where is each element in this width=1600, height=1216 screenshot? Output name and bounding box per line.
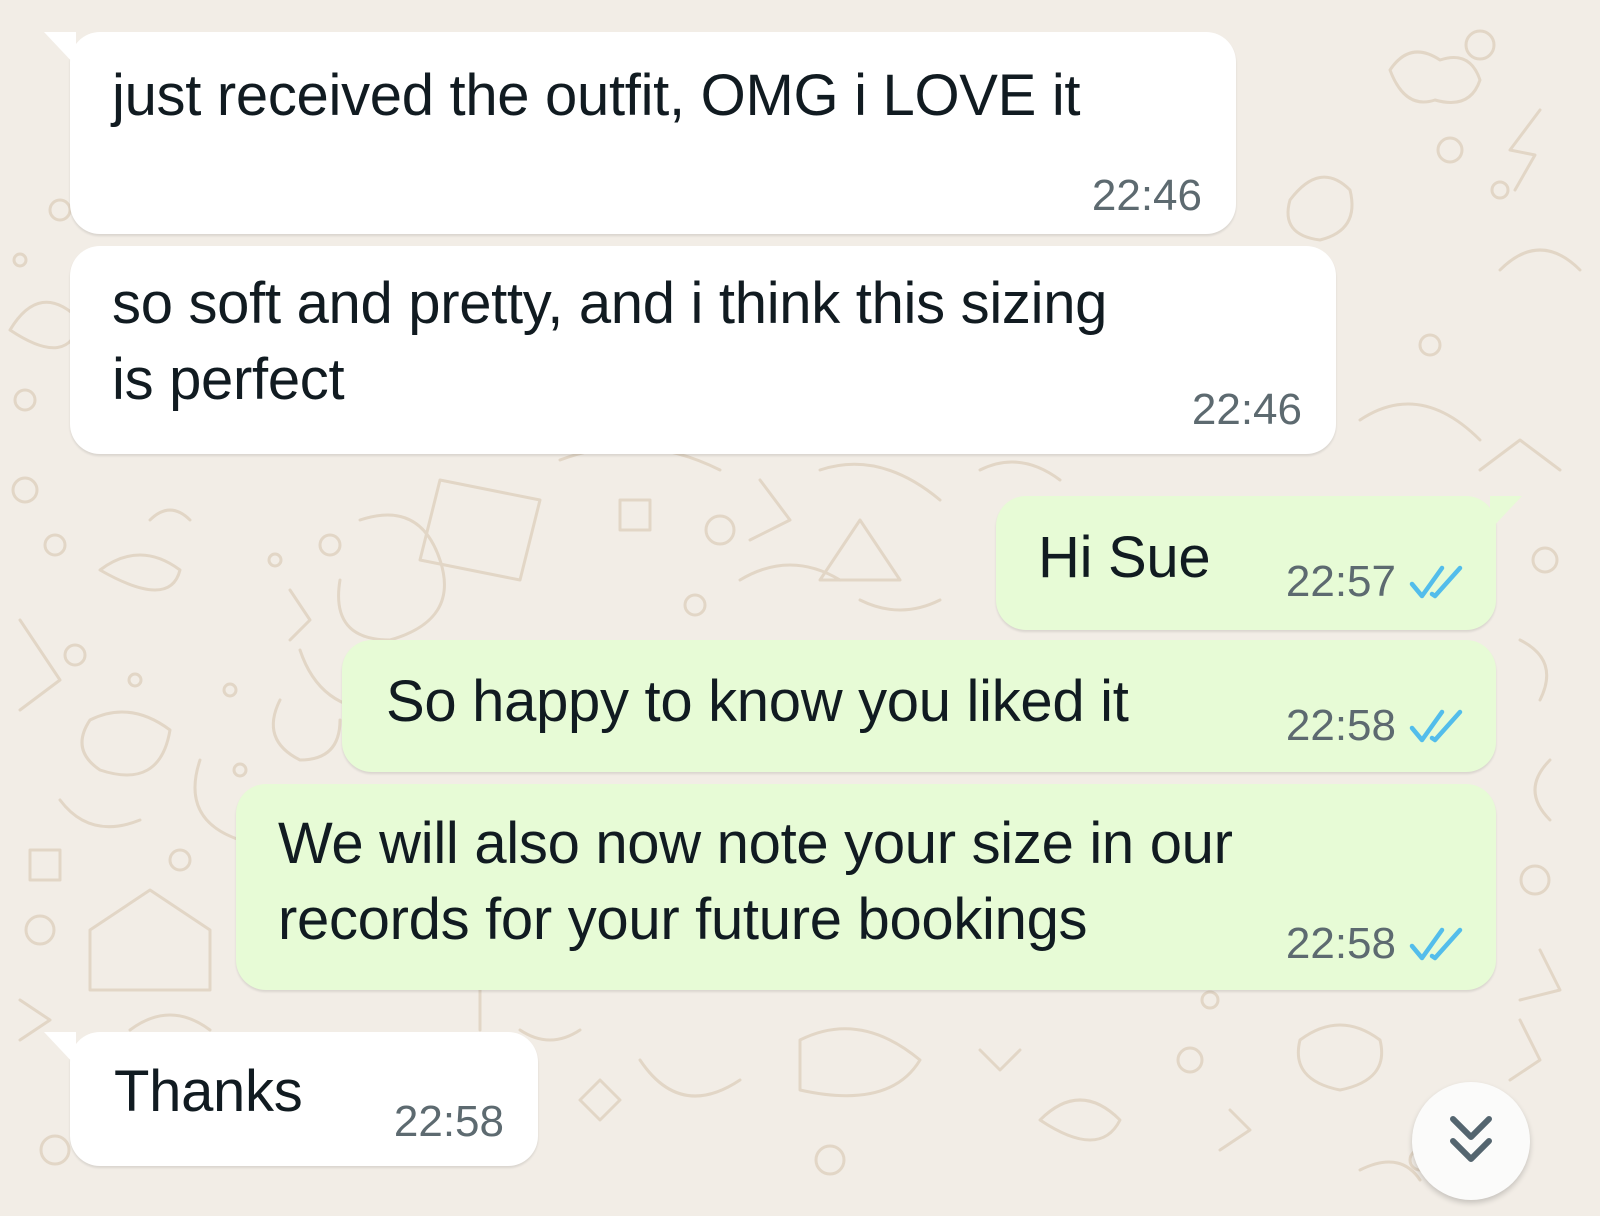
message-text: So happy to know you liked it	[386, 669, 1129, 734]
message-text: so soft and pretty, and i think this siz…	[112, 266, 1107, 418]
message-time: 22:58	[393, 1097, 504, 1146]
message-meta: 22:46	[1092, 171, 1202, 221]
bubble-tail	[1490, 496, 1522, 530]
bubble-tail	[44, 32, 76, 66]
message-bubble-outgoing[interactable]: So happy to know you liked it 22:58	[342, 640, 1496, 772]
message-text-line: is perfect	[112, 347, 345, 412]
message-meta: 22:57	[1286, 557, 1466, 607]
message-text: Hi Sue	[1038, 525, 1211, 590]
message-text: We will also now note your size in our r…	[278, 806, 1233, 958]
message-text-line: records for your future bookings	[278, 887, 1088, 952]
scroll-to-bottom-button[interactable]	[1412, 1082, 1530, 1200]
message-meta: 22:58	[394, 1097, 504, 1147]
message-text-line: We will also now note your size in our	[278, 811, 1233, 876]
message-time: 22:58	[1285, 701, 1396, 750]
message-meta: 22:46	[1192, 385, 1302, 435]
message-time: 22:57	[1285, 557, 1396, 606]
message-meta: 22:58	[1286, 701, 1466, 751]
message-text: just received the outfit, OMG i LOVE it	[112, 63, 1081, 128]
message-bubble-incoming[interactable]: Thanks 22:58	[44, 1032, 538, 1166]
message-text-line: so soft and pretty, and i think this siz…	[112, 271, 1108, 336]
double-check-icon	[1409, 565, 1463, 599]
message-bubble-outgoing[interactable]: Hi Sue 22:57	[996, 496, 1522, 630]
message-time: 22:58	[1285, 919, 1396, 968]
bubble-tail	[44, 1032, 76, 1066]
message-bubble-incoming[interactable]: just received the outfit, OMG i LOVE it …	[44, 32, 1236, 234]
message-bubble-outgoing[interactable]: We will also now note your size in our r…	[236, 784, 1496, 990]
message-meta: 22:58	[1286, 919, 1466, 969]
double-check-icon	[1409, 927, 1463, 961]
message-time: 22:46	[1091, 171, 1202, 220]
double-chevron-down-icon	[1450, 1116, 1492, 1162]
double-check-icon	[1409, 709, 1463, 743]
message-time: 22:46	[1191, 385, 1302, 434]
message-bubble-incoming[interactable]: so soft and pretty, and i think this siz…	[70, 246, 1336, 454]
message-text: Thanks	[114, 1059, 303, 1124]
